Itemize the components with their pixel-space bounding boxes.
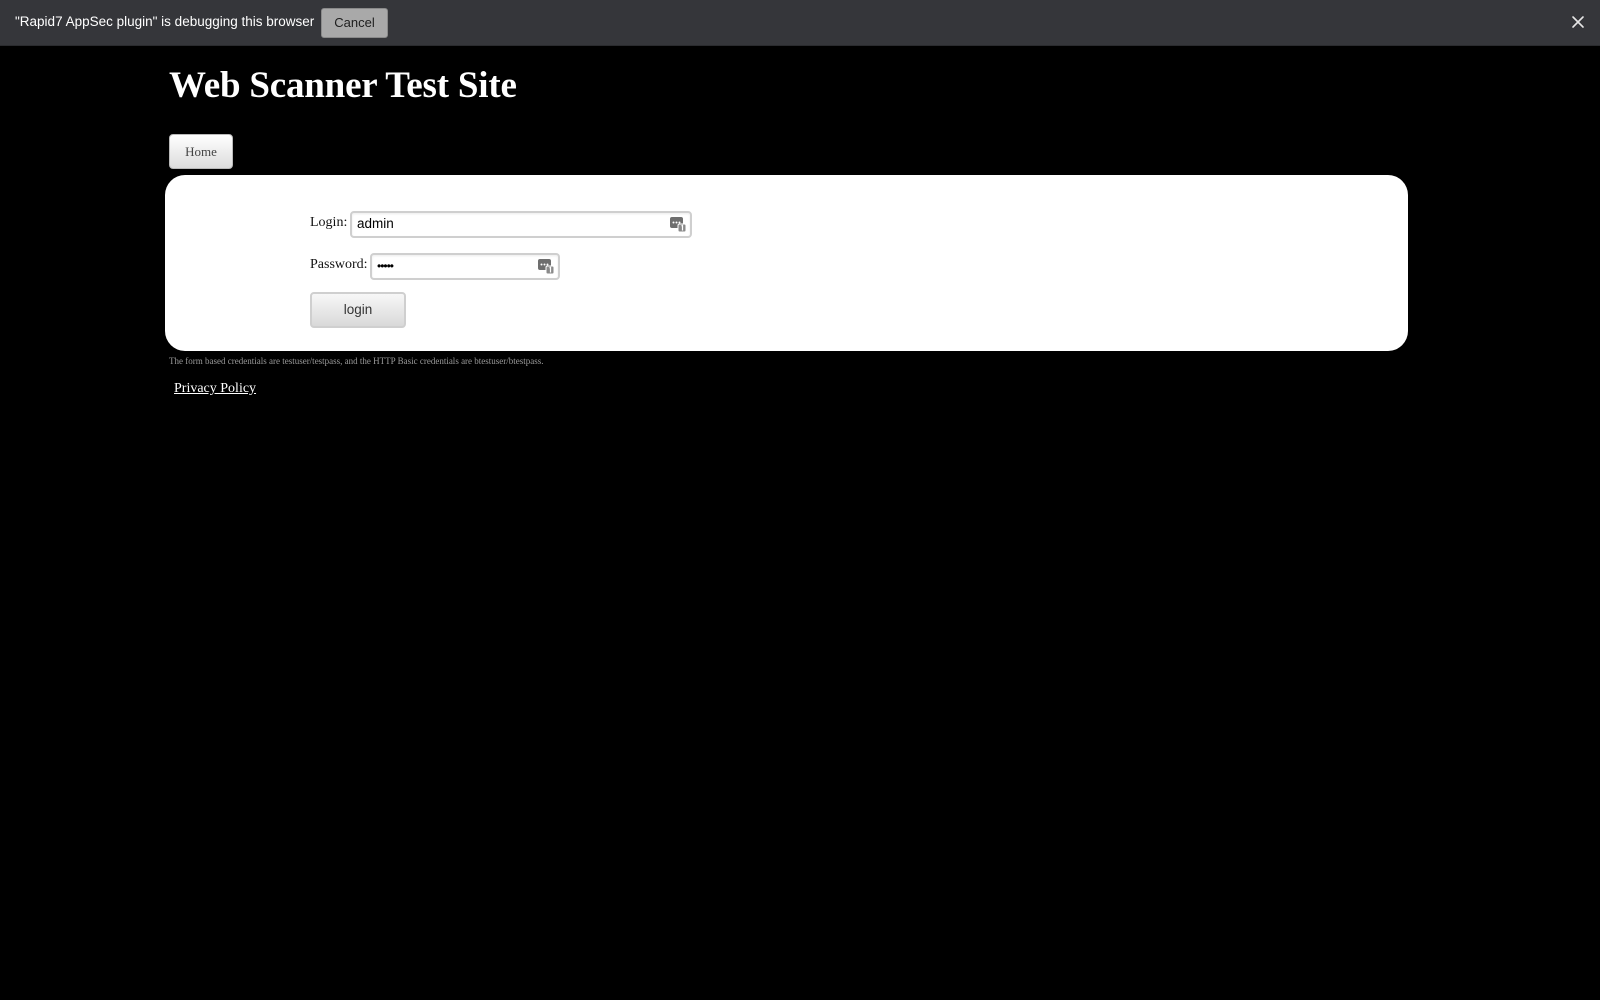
page-title: Web Scanner Test Site (169, 65, 517, 106)
login-submit-button[interactable]: login (310, 292, 406, 328)
login-input[interactable]: admin (350, 211, 692, 238)
password-manager-icon[interactable] (537, 257, 555, 275)
debug-cancel-button[interactable]: Cancel (321, 8, 388, 38)
login-label: Login: (310, 215, 348, 230)
password-manager-icon[interactable] (669, 215, 687, 233)
credentials-note: The form based credentials are testuser/… (169, 356, 544, 366)
password-input-value: ••••• (377, 259, 394, 273)
debug-banner: "Rapid7 AppSec plugin" is debugging this… (0, 0, 1600, 46)
password-label: Password: (310, 257, 368, 272)
debug-banner-message: "Rapid7 AppSec plugin" is debugging this… (15, 14, 315, 29)
login-input-value: admin (357, 216, 394, 231)
close-icon[interactable] (1569, 13, 1587, 31)
home-button[interactable]: Home (169, 134, 233, 169)
privacy-policy-link[interactable]: Privacy Policy (174, 381, 256, 397)
password-input[interactable]: ••••• (370, 253, 560, 280)
